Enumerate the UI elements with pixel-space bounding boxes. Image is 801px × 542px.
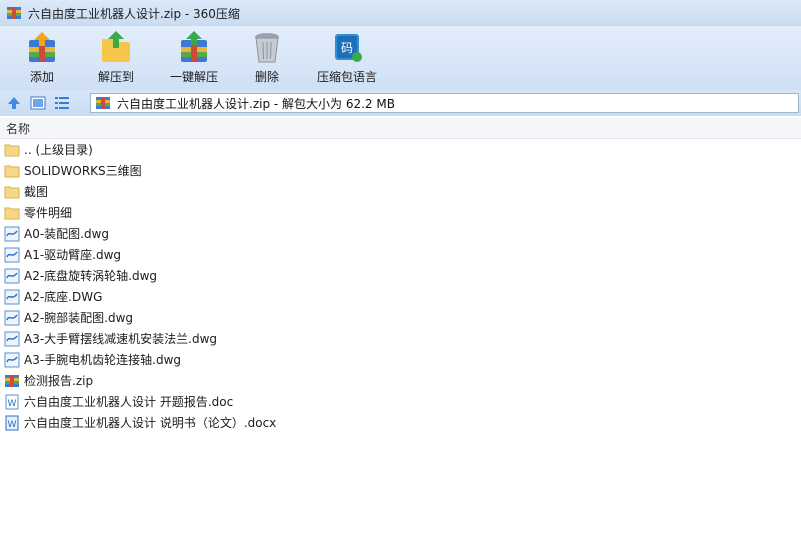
folder-icon	[4, 186, 20, 198]
list-item[interactable]: W 六自由度工业机器人设计 开题报告.doc	[0, 391, 801, 412]
file-name: 六自由度工业机器人设计 开题报告.doc	[24, 395, 234, 409]
file-name: 六自由度工业机器人设计 说明书（论文）.docx	[24, 416, 277, 430]
list-item[interactable]: A2-底座.DWG	[0, 286, 801, 307]
file-list: .. (上级目录) SOLIDWORKS三维图 截图 零件明细 A0-装配图.d…	[0, 139, 801, 433]
svg-text:码: 码	[341, 41, 353, 55]
view-list-button[interactable]	[52, 94, 72, 112]
archive-language-button-label: 压缩包语言	[316, 70, 377, 84]
address-text: 六自由度工业机器人设计.zip - 解包大小为 62.2 MB	[117, 96, 395, 111]
add-button-label: 添加	[29, 70, 54, 84]
list-item[interactable]: A2-底盘旋转涡轮轴.dwg	[0, 265, 801, 286]
list-item[interactable]: A3-手腕电机齿轮连接轴.dwg	[0, 349, 801, 370]
zip-archive-icon	[96, 97, 110, 109]
extract-to-icon	[102, 31, 130, 62]
title-bar: 六自由度工业机器人设计.zip - 360压缩	[0, 0, 801, 26]
file-name: A2-底盘旋转涡轮轴.dwg	[24, 269, 158, 283]
one-click-extract-button[interactable]: 一键解压	[156, 26, 232, 90]
list-item[interactable]: SOLIDWORKS三维图	[0, 160, 801, 181]
extract-to-button-label: 解压到	[97, 70, 134, 84]
svg-text:W: W	[8, 420, 17, 430]
list-item[interactable]: 零件明细	[0, 202, 801, 223]
zip-archive-icon	[5, 374, 19, 387]
thumbnail-view-icon	[30, 96, 46, 110]
word-doc-icon: W	[5, 394, 19, 409]
extract-to-button[interactable]: 解压到	[76, 26, 156, 90]
file-name: A2-腕部装配图.dwg	[24, 311, 134, 325]
one-click-extract-icon	[181, 31, 207, 62]
svg-text:W: W	[8, 399, 17, 409]
file-name: SOLIDWORKS三维图	[24, 164, 142, 178]
list-view-icon	[55, 97, 69, 109]
folder-icon	[4, 207, 20, 219]
file-name: A2-底座.DWG	[24, 290, 103, 304]
folder-icon	[4, 165, 20, 177]
file-name: 零件明细	[24, 206, 73, 220]
list-item[interactable]: A0-装配图.dwg	[0, 223, 801, 244]
list-item[interactable]: 检测报告.zip	[0, 370, 801, 391]
list-item[interactable]: A1-驱动臂座.dwg	[0, 244, 801, 265]
delete-bin-icon	[255, 33, 279, 63]
dwg-file-icon	[4, 310, 20, 325]
dwg-file-icon	[4, 226, 20, 241]
file-name: 检测报告.zip	[24, 374, 94, 388]
add-button[interactable]: 添加	[8, 26, 76, 90]
zip-archive-icon	[7, 7, 21, 19]
delete-button[interactable]: 删除	[232, 26, 302, 90]
up-level-button[interactable]	[4, 94, 24, 112]
list-item[interactable]: A3-大手臂摆线减速机安装法兰.dwg	[0, 328, 801, 349]
dwg-file-icon	[4, 289, 20, 304]
address-bar[interactable]: 六自由度工业机器人设计.zip - 解包大小为 62.2 MB	[90, 93, 799, 113]
toolbar: 添加 解压到 一键解压 删除 码 压缩包语言	[0, 26, 801, 90]
file-name: A1-驱动臂座.dwg	[24, 248, 122, 262]
folder-icon	[4, 144, 20, 156]
dwg-file-icon	[4, 268, 20, 283]
list-item[interactable]: .. (上级目录)	[0, 139, 801, 160]
list-item[interactable]: A2-腕部装配图.dwg	[0, 307, 801, 328]
dwg-file-icon	[4, 247, 20, 262]
archive-language-button[interactable]: 码 压缩包语言	[302, 26, 392, 90]
view-thumbnail-button[interactable]	[28, 94, 48, 112]
archive-language-icon: 码	[335, 34, 362, 62]
dwg-file-icon	[4, 331, 20, 346]
file-name: A0-装配图.dwg	[24, 227, 110, 241]
list-item[interactable]: 截图	[0, 181, 801, 202]
add-archive-icon	[29, 32, 55, 62]
file-name: A3-大手臂摆线减速机安装法兰.dwg	[24, 332, 218, 346]
window-title: 六自由度工业机器人设计.zip - 360压缩	[28, 6, 240, 21]
one-click-extract-button-label: 一键解压	[169, 70, 218, 84]
file-name: 截图	[24, 185, 49, 199]
address-row: 六自由度工业机器人设计.zip - 解包大小为 62.2 MB	[0, 90, 801, 116]
file-name: A3-手腕电机齿轮连接轴.dwg	[24, 353, 182, 367]
dwg-file-icon	[4, 352, 20, 367]
file-name: .. (上级目录)	[24, 143, 93, 157]
list-item[interactable]: W 六自由度工业机器人设计 说明书（论文）.docx	[0, 412, 801, 433]
delete-button-label: 删除	[254, 70, 279, 84]
word-docx-icon: W	[5, 415, 19, 430]
column-name-header[interactable]: 名称	[6, 120, 30, 137]
arrow-up-icon	[8, 97, 20, 109]
column-header[interactable]: 名称	[0, 118, 801, 139]
